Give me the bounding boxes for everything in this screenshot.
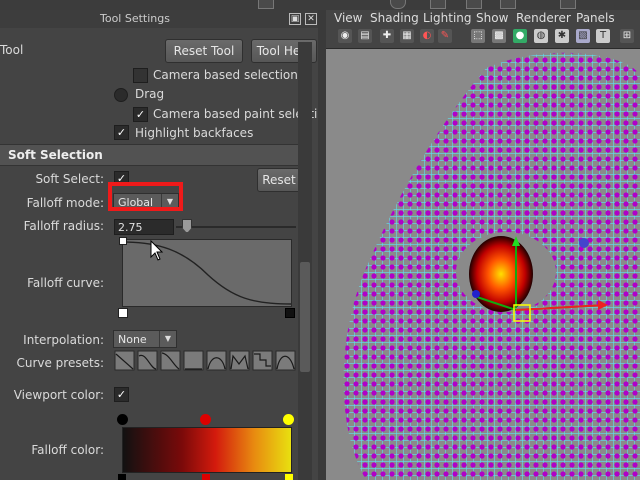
soft-select-label: Soft Select:	[35, 172, 104, 186]
highlight-backfaces-checkbox[interactable]: ✓	[114, 125, 129, 140]
color-key-red[interactable]	[200, 414, 211, 425]
3d-viewport[interactable]: View Shading Lighting Show Renderer Pane…	[326, 10, 640, 480]
viewport-toolbar: ◉ ▤ ✚ ▦ ◐ ✎ ⬚ ▩ ● ◍ ✱ ▧ T ⊞	[326, 26, 640, 49]
mesh-scene	[343, 52, 640, 480]
camera-based-selection-checkbox[interactable]	[133, 68, 148, 83]
toolbar-icon[interactable]	[430, 0, 446, 9]
xray-icon[interactable]: ▧	[576, 29, 590, 43]
highlight-backfaces-label: Highlight backfaces	[135, 126, 254, 140]
film-gate-icon[interactable]: ◐	[420, 29, 434, 43]
wireframe-icon[interactable]: ⬚	[471, 29, 485, 43]
toolbar-icon[interactable]	[258, 0, 274, 9]
interpolation-value: None	[118, 333, 147, 346]
panel-title-bar: Tool Settings ▣ ✕	[0, 10, 326, 28]
float-icon[interactable]: ▣	[289, 13, 301, 25]
falloff-color-gradient[interactable]	[122, 427, 292, 473]
soft-selection-title: Soft Selection	[8, 148, 103, 162]
reset-button[interactable]: Reset	[257, 168, 301, 192]
annotation-highlight-box	[108, 182, 183, 211]
viewport-menu-bar: View Shading Lighting Show Renderer Pane…	[326, 10, 640, 26]
chevron-down-icon: ▼	[159, 331, 176, 347]
color-key-black[interactable]	[117, 414, 128, 425]
falloff-radius-label: Falloff radius:	[23, 219, 104, 233]
gradient-key-bottom-yellow[interactable]	[285, 474, 293, 480]
bookmark-icon[interactable]: ✚	[380, 29, 394, 43]
scrollbar-thumb[interactable]	[300, 262, 310, 372]
falloff-color-label: Falloff color:	[31, 443, 104, 457]
camera-select-icon[interactable]: ◉	[338, 29, 352, 43]
curve-presets-label: Curve presets:	[16, 356, 104, 370]
toolbar-icon[interactable]	[560, 0, 576, 9]
falloff-radius-slider-handle[interactable]	[182, 219, 192, 233]
menu-shading[interactable]: Shading	[370, 11, 419, 25]
pane-divider[interactable]	[318, 10, 326, 480]
textured-icon[interactable]: ◍	[534, 29, 548, 43]
curve-presets-icons[interactable]	[114, 350, 296, 372]
viewport-color-label: Viewport color:	[13, 388, 104, 402]
falloff-curve-svg	[123, 241, 291, 305]
falloff-mode-label: Falloff mode:	[26, 196, 104, 210]
resolution-gate-icon[interactable]: ✎	[438, 29, 452, 43]
curve-key-min[interactable]	[118, 308, 128, 318]
interpolation-dropdown[interactable]: None ▼	[113, 330, 177, 348]
shaded-icon[interactable]: ●	[513, 29, 527, 43]
curve-presets-row	[114, 350, 296, 372]
smooth-shade-icon[interactable]: ▩	[492, 29, 506, 43]
toolbar-icon[interactable]	[390, 0, 406, 9]
soft-selection-section-header[interactable]: Soft Selection	[0, 144, 298, 166]
lighting-icon[interactable]: ✱	[555, 29, 569, 43]
menu-lighting[interactable]: Lighting	[423, 11, 472, 25]
falloff-curve-graph[interactable]	[122, 239, 292, 307]
menu-view[interactable]: View	[334, 11, 362, 25]
interpolation-label: Interpolation:	[23, 333, 104, 347]
drag-label: Drag	[135, 87, 165, 101]
camera-attributes-icon[interactable]: ▤	[358, 29, 372, 43]
drag-radio[interactable]	[114, 88, 128, 102]
gradient-key-bottom-red[interactable]	[202, 474, 210, 480]
curve-key-start[interactable]	[119, 237, 127, 245]
grid-icon[interactable]: ⊞	[620, 29, 634, 43]
falloff-curve-label: Falloff curve:	[27, 276, 104, 290]
falloff-radius-field[interactable]: 2.75	[114, 219, 174, 235]
tool-label: Tool	[0, 43, 24, 57]
curve-key-max[interactable]	[285, 308, 295, 318]
panel-scrollbar[interactable]	[298, 42, 312, 480]
gradient-key-bottom-black[interactable]	[118, 474, 126, 480]
camera-based-selection-label: Camera based selection	[153, 68, 298, 82]
viewport-color-checkbox[interactable]: ✓	[114, 387, 129, 402]
toolbar-icon[interactable]	[500, 0, 516, 9]
close-icon[interactable]: ✕	[305, 13, 317, 25]
menu-panels[interactable]: Panels	[576, 11, 615, 25]
toolbar-icon[interactable]	[466, 0, 482, 9]
camera-based-paint-selection-checkbox[interactable]: ✓	[133, 107, 148, 122]
color-key-yellow[interactable]	[283, 414, 294, 425]
falloff-radius-slider-track[interactable]	[176, 226, 296, 228]
tool-settings-panel: Tool Settings ▣ ✕ Tool Reset Tool Tool H…	[0, 10, 332, 480]
mouse-cursor-icon	[150, 240, 164, 261]
panel-title: Tool Settings	[100, 12, 170, 25]
reset-tool-button[interactable]: Reset Tool	[165, 39, 243, 63]
texture-t-icon[interactable]: T	[596, 29, 610, 43]
image-plane-icon[interactable]: ▦	[400, 29, 414, 43]
menu-show[interactable]: Show	[476, 11, 508, 25]
menu-renderer[interactable]: Renderer	[516, 11, 571, 25]
